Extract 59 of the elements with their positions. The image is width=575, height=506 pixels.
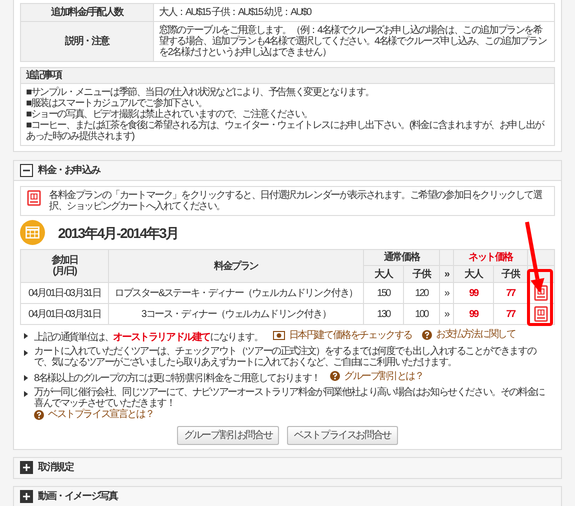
column-header: 参加日 (月/日) (20, 250, 108, 282)
section-title: 動画・イメージ写真 (38, 491, 118, 502)
info-link[interactable]: 日本円建て価格をチェックする (272, 330, 412, 340)
table-cell: 99 (454, 304, 494, 324)
table-cell: 3コース・ディナー（ウェルカムドリンク付き） (108, 304, 364, 324)
bullet-text: カートに入れていただくツアーは、チェックアウト（ツアーの正式注文）をするまでは何度でも出し入れすることができますので、気になるツアーがございましたら取りあえずカートに入れておくなど、ご自由にご利用いただけます。 (34, 346, 538, 368)
note-line: ■ショーの写真、ビデオ撮影は禁止されていますので、ご注意ください。 (26, 109, 314, 120)
help-icon (330, 371, 340, 381)
bullet-text: 万が一同じ催行会社、同じツアーにて、ナビツアーオーストラリア料金が同業他社より高い場合はお知らせください。その料金に喜んでマッチさせていただきます！ (34, 387, 545, 409)
table-cell: » (440, 304, 454, 324)
column-header: 子供 (404, 266, 440, 282)
column-header: 料金プラン (108, 250, 364, 282)
table-cell: 150 (364, 282, 404, 304)
bullet-icon (24, 374, 28, 380)
info-link[interactable]: ベストプライス宣言とは？ (34, 409, 154, 420)
table-cell: ロブスター&ステーキ・ディナー（ウェルカムドリンク付き） (108, 282, 364, 304)
row-label: 追加料金/手配人数 (20, 4, 154, 22)
column-header: 通常価格 (364, 250, 440, 266)
column-header: ネット価格 (454, 250, 528, 266)
note-line: ■服装はスマートカジュアルでご参加下さい。 (26, 98, 208, 109)
inquiry-button[interactable]: ベストプライスお問合せ (287, 426, 398, 444)
cart-icon (27, 190, 41, 206)
table-cell: 99 (454, 282, 494, 304)
section-title: 取消規定 (38, 462, 74, 473)
table-cell: 04月01日-03月31日 (20, 304, 108, 324)
table-cell: 04月01日-03月31日 (20, 282, 108, 304)
table-cell: 130 (364, 304, 404, 324)
bullet-text: 8名様以上のグループの方には更に特別割引料金をご用意しております！ (34, 373, 320, 384)
cart-button[interactable] (534, 306, 548, 322)
help-icon (34, 410, 44, 420)
notice-text: 各料金プランの「カートマーク」をクリックすると、日付選択カレンダーが表示されます。ご希望の参加日をクリックして選択、ショッピングカートへ入れてください。 (49, 190, 544, 212)
arrow-annotation (525, 222, 544, 293)
inquiry-button[interactable]: グループ割引お問合せ (177, 426, 280, 444)
calendar-icon (20, 220, 45, 245)
row-label: 説明・注意 (20, 22, 154, 62)
section-title: 料金・お申込み (38, 165, 100, 176)
period-heading: 2013年4月-2014年3月 (58, 224, 179, 242)
highlight-frame (527, 269, 553, 326)
column-header: 大人 (454, 266, 494, 282)
bullet-text: 上記の通貨単位は、オーストラリアドル建てになります。 (34, 332, 263, 342)
table-cell: 120 (404, 282, 440, 304)
note-line: ■サンプル・メニューは季節、当日の仕入れ状況などにより、予告無く変更となります。 (26, 87, 376, 98)
help-icon (422, 330, 432, 340)
row-value: 大人：AU$15 子供：AU$15 幼児：AU$0 (154, 4, 554, 22)
bullet-icon (24, 333, 28, 339)
bullet-icon (24, 391, 28, 397)
table-cell: 100 (404, 304, 440, 324)
bullet-icon (24, 350, 28, 356)
info-link[interactable]: グループ割引とは？ (330, 370, 424, 382)
table-cell: » (440, 282, 454, 304)
column-header: » (440, 266, 454, 282)
row-value: 窓際のテーブルをご用意します。（例：4名様でクルーズお申し込の場合は、この追加プランを希望する場合、追加プランも4名様で選択してください。4名様でクルーズ申し込み、この追加プランを2名様だけというお申し込はできません） (154, 22, 554, 62)
info-link[interactable]: お支払方法に関して (422, 329, 516, 340)
banknote-icon (272, 330, 285, 340)
notes-heading: 追記事項 (21, 68, 554, 84)
column-header: 大人 (364, 266, 404, 282)
column-header: 子供 (494, 266, 528, 282)
section-header[interactable]: 料金・お申込み (14, 161, 561, 181)
note-line: ■コーヒー、または紅茶を食後に希望される方は、ウェイター・ウェイトレスにお申し出下さい。(料金に含まれますが、お申し出があった時のみ提供されます) (26, 120, 545, 142)
